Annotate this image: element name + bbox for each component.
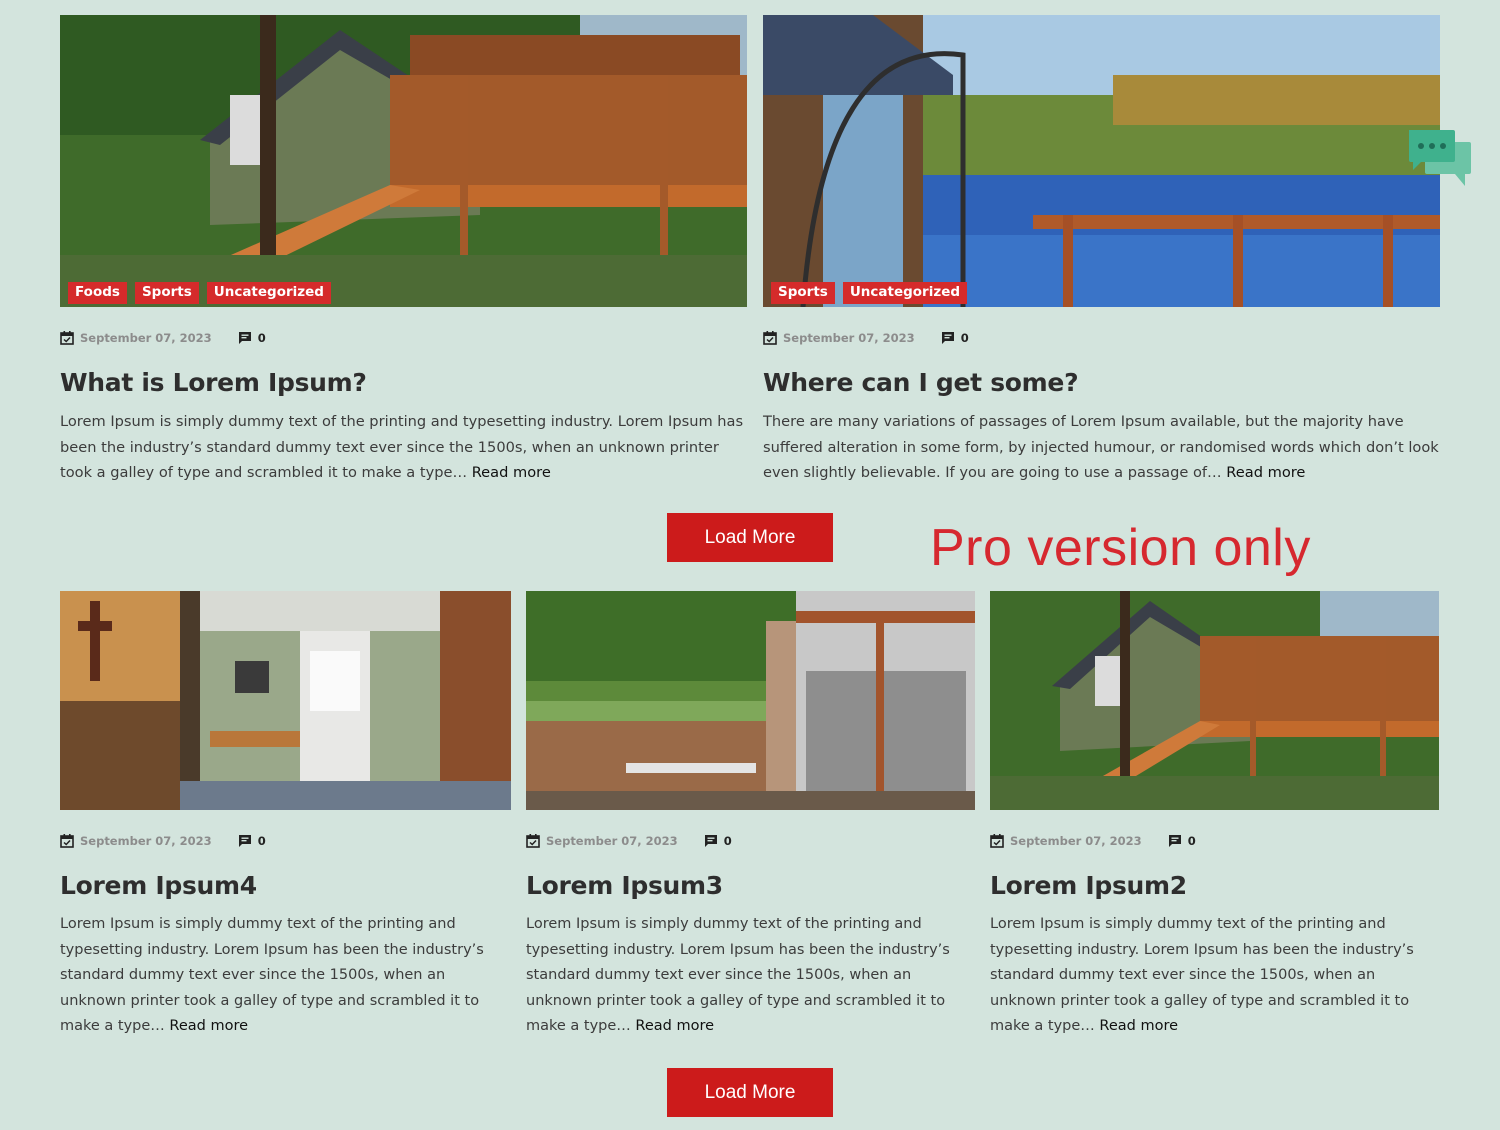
category-badge[interactable]: Sports <box>134 282 199 304</box>
post-title[interactable]: Lorem Ipsum2 <box>990 870 1439 902</box>
post-meta: September 07, 2023 0 <box>60 329 747 347</box>
comment-count[interactable]: 0 <box>258 834 266 848</box>
comment-icon <box>704 835 717 847</box>
comment-icon <box>1168 835 1181 847</box>
post-date[interactable]: September 07, 2023 <box>1010 834 1142 848</box>
post-title[interactable]: Lorem Ipsum3 <box>526 870 975 902</box>
post-meta: September 07, 2023 0 <box>990 832 1439 850</box>
post-thumbnail[interactable] <box>990 591 1439 810</box>
post-meta: September 07, 2023 0 <box>763 329 1440 347</box>
post-title[interactable]: Where can I get some? <box>763 367 1440 399</box>
load-more-button[interactable]: Load More <box>667 1068 833 1117</box>
post-card: September 07, 2023 0 Lorem Ipsum2 Lorem … <box>990 591 1439 1040</box>
excerpt-text: Lorem Ipsum is simply dummy text of the … <box>60 916 484 1034</box>
calendar-check-icon <box>763 331 777 345</box>
post-card: September 07, 2023 0 Lorem Ipsum3 Lorem … <box>526 591 975 1040</box>
treehouse-photo <box>60 15 747 307</box>
interior-room-photo <box>60 591 511 810</box>
post-date[interactable]: September 07, 2023 <box>783 331 915 345</box>
post-thumbnail[interactable]: Foods Sports Uncategorized <box>60 15 747 307</box>
read-more-link[interactable]: Read more <box>472 464 551 481</box>
excerpt-text: Lorem Ipsum is simply dummy text of the … <box>990 916 1414 1034</box>
calendar-check-icon <box>60 331 74 345</box>
excerpt-text: Lorem Ipsum is simply dummy text of the … <box>526 916 950 1034</box>
post-title[interactable]: What is Lorem Ipsum? <box>60 367 747 399</box>
top-posts-grid: Foods Sports Uncategorized September 07,… <box>60 15 1440 486</box>
treehouse-photo <box>990 591 1439 810</box>
post-card: September 07, 2023 0 Lorem Ipsum4 Lorem … <box>60 591 511 1040</box>
post-date[interactable]: September 07, 2023 <box>80 834 212 848</box>
category-badges: Sports Uncategorized <box>771 282 968 304</box>
comment-icon <box>238 332 251 344</box>
read-more-link[interactable]: Read more <box>169 1018 248 1034</box>
post-excerpt: Lorem Ipsum is simply dummy text of the … <box>990 912 1439 1040</box>
post-date[interactable]: September 07, 2023 <box>546 834 678 848</box>
post-excerpt: Lorem Ipsum is simply dummy text of the … <box>60 409 747 486</box>
comment-count[interactable]: 0 <box>961 331 969 345</box>
read-more-link[interactable]: Read more <box>1226 464 1305 481</box>
calendar-check-icon <box>990 834 1004 848</box>
read-more-link[interactable]: Read more <box>1099 1018 1178 1034</box>
post-excerpt: Lorem Ipsum is simply dummy text of the … <box>526 912 975 1040</box>
lake-view-photo <box>763 15 1440 307</box>
post-card: Sports Uncategorized September 07, 2023 … <box>763 15 1440 486</box>
excerpt-text: Lorem Ipsum is simply dummy text of the … <box>60 413 744 481</box>
comment-icon <box>941 332 954 344</box>
post-excerpt: Lorem Ipsum is simply dummy text of the … <box>60 912 511 1040</box>
post-title[interactable]: Lorem Ipsum4 <box>60 870 511 902</box>
post-excerpt: There are many variations of passages of… <box>763 409 1440 486</box>
excerpt-text: There are many variations of passages of… <box>763 413 1439 481</box>
category-badges: Foods Sports Uncategorized <box>68 282 331 304</box>
post-card: Foods Sports Uncategorized September 07,… <box>60 15 747 486</box>
post-date[interactable]: September 07, 2023 <box>80 331 212 345</box>
post-thumbnail[interactable]: Sports Uncategorized <box>763 15 1440 307</box>
post-meta: September 07, 2023 0 <box>526 832 975 850</box>
chat-bubbles-icon[interactable] <box>1407 128 1473 192</box>
calendar-check-icon <box>526 834 540 848</box>
category-badge[interactable]: Uncategorized <box>206 282 331 304</box>
bottom-posts-grid: September 07, 2023 0 Lorem Ipsum4 Lorem … <box>60 591 1440 1040</box>
comment-count[interactable]: 0 <box>724 834 732 848</box>
read-more-link[interactable]: Read more <box>635 1018 714 1034</box>
comment-count[interactable]: 0 <box>1188 834 1196 848</box>
category-badge[interactable]: Foods <box>68 282 127 304</box>
category-badge[interactable]: Sports <box>771 282 835 304</box>
comment-icon <box>238 835 251 847</box>
calendar-check-icon <box>60 834 74 848</box>
post-meta: September 07, 2023 0 <box>60 832 511 850</box>
comment-count[interactable]: 0 <box>258 331 266 345</box>
pro-version-label: Pro version only <box>930 519 1311 577</box>
load-more-button[interactable]: Load More <box>667 513 833 562</box>
post-thumbnail[interactable] <box>526 591 975 810</box>
patio-photo <box>526 591 975 810</box>
post-thumbnail[interactable] <box>60 591 511 810</box>
category-badge[interactable]: Uncategorized <box>842 282 968 304</box>
